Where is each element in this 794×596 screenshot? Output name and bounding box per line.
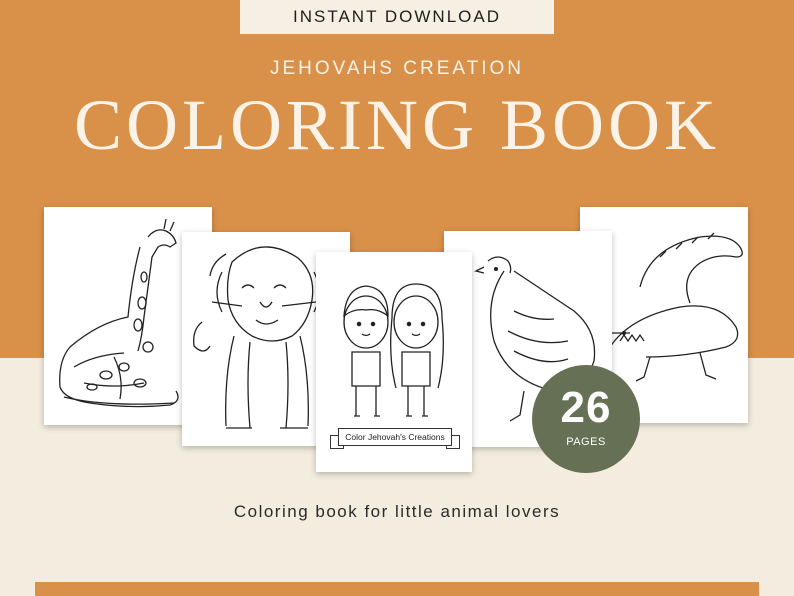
kids-page-banner: Color Jehovah's Creations (330, 428, 460, 449)
page-count-number: 26 (560, 383, 612, 432)
bottom-accent-bar (35, 582, 759, 596)
page-title: COLORING BOOK (74, 85, 720, 165)
page-count-badge: 26 PAGES (532, 365, 640, 473)
subtitle: JEHOVAHS CREATION (269, 58, 525, 79)
page-count-label: PAGES (566, 436, 606, 448)
tagline: Coloring book for little animal lovers (233, 502, 561, 521)
instant-download-badge: INSTANT DOWNLOAD (240, 0, 554, 34)
kids-coloring-page: Color Jehovah's Creations (316, 252, 472, 472)
